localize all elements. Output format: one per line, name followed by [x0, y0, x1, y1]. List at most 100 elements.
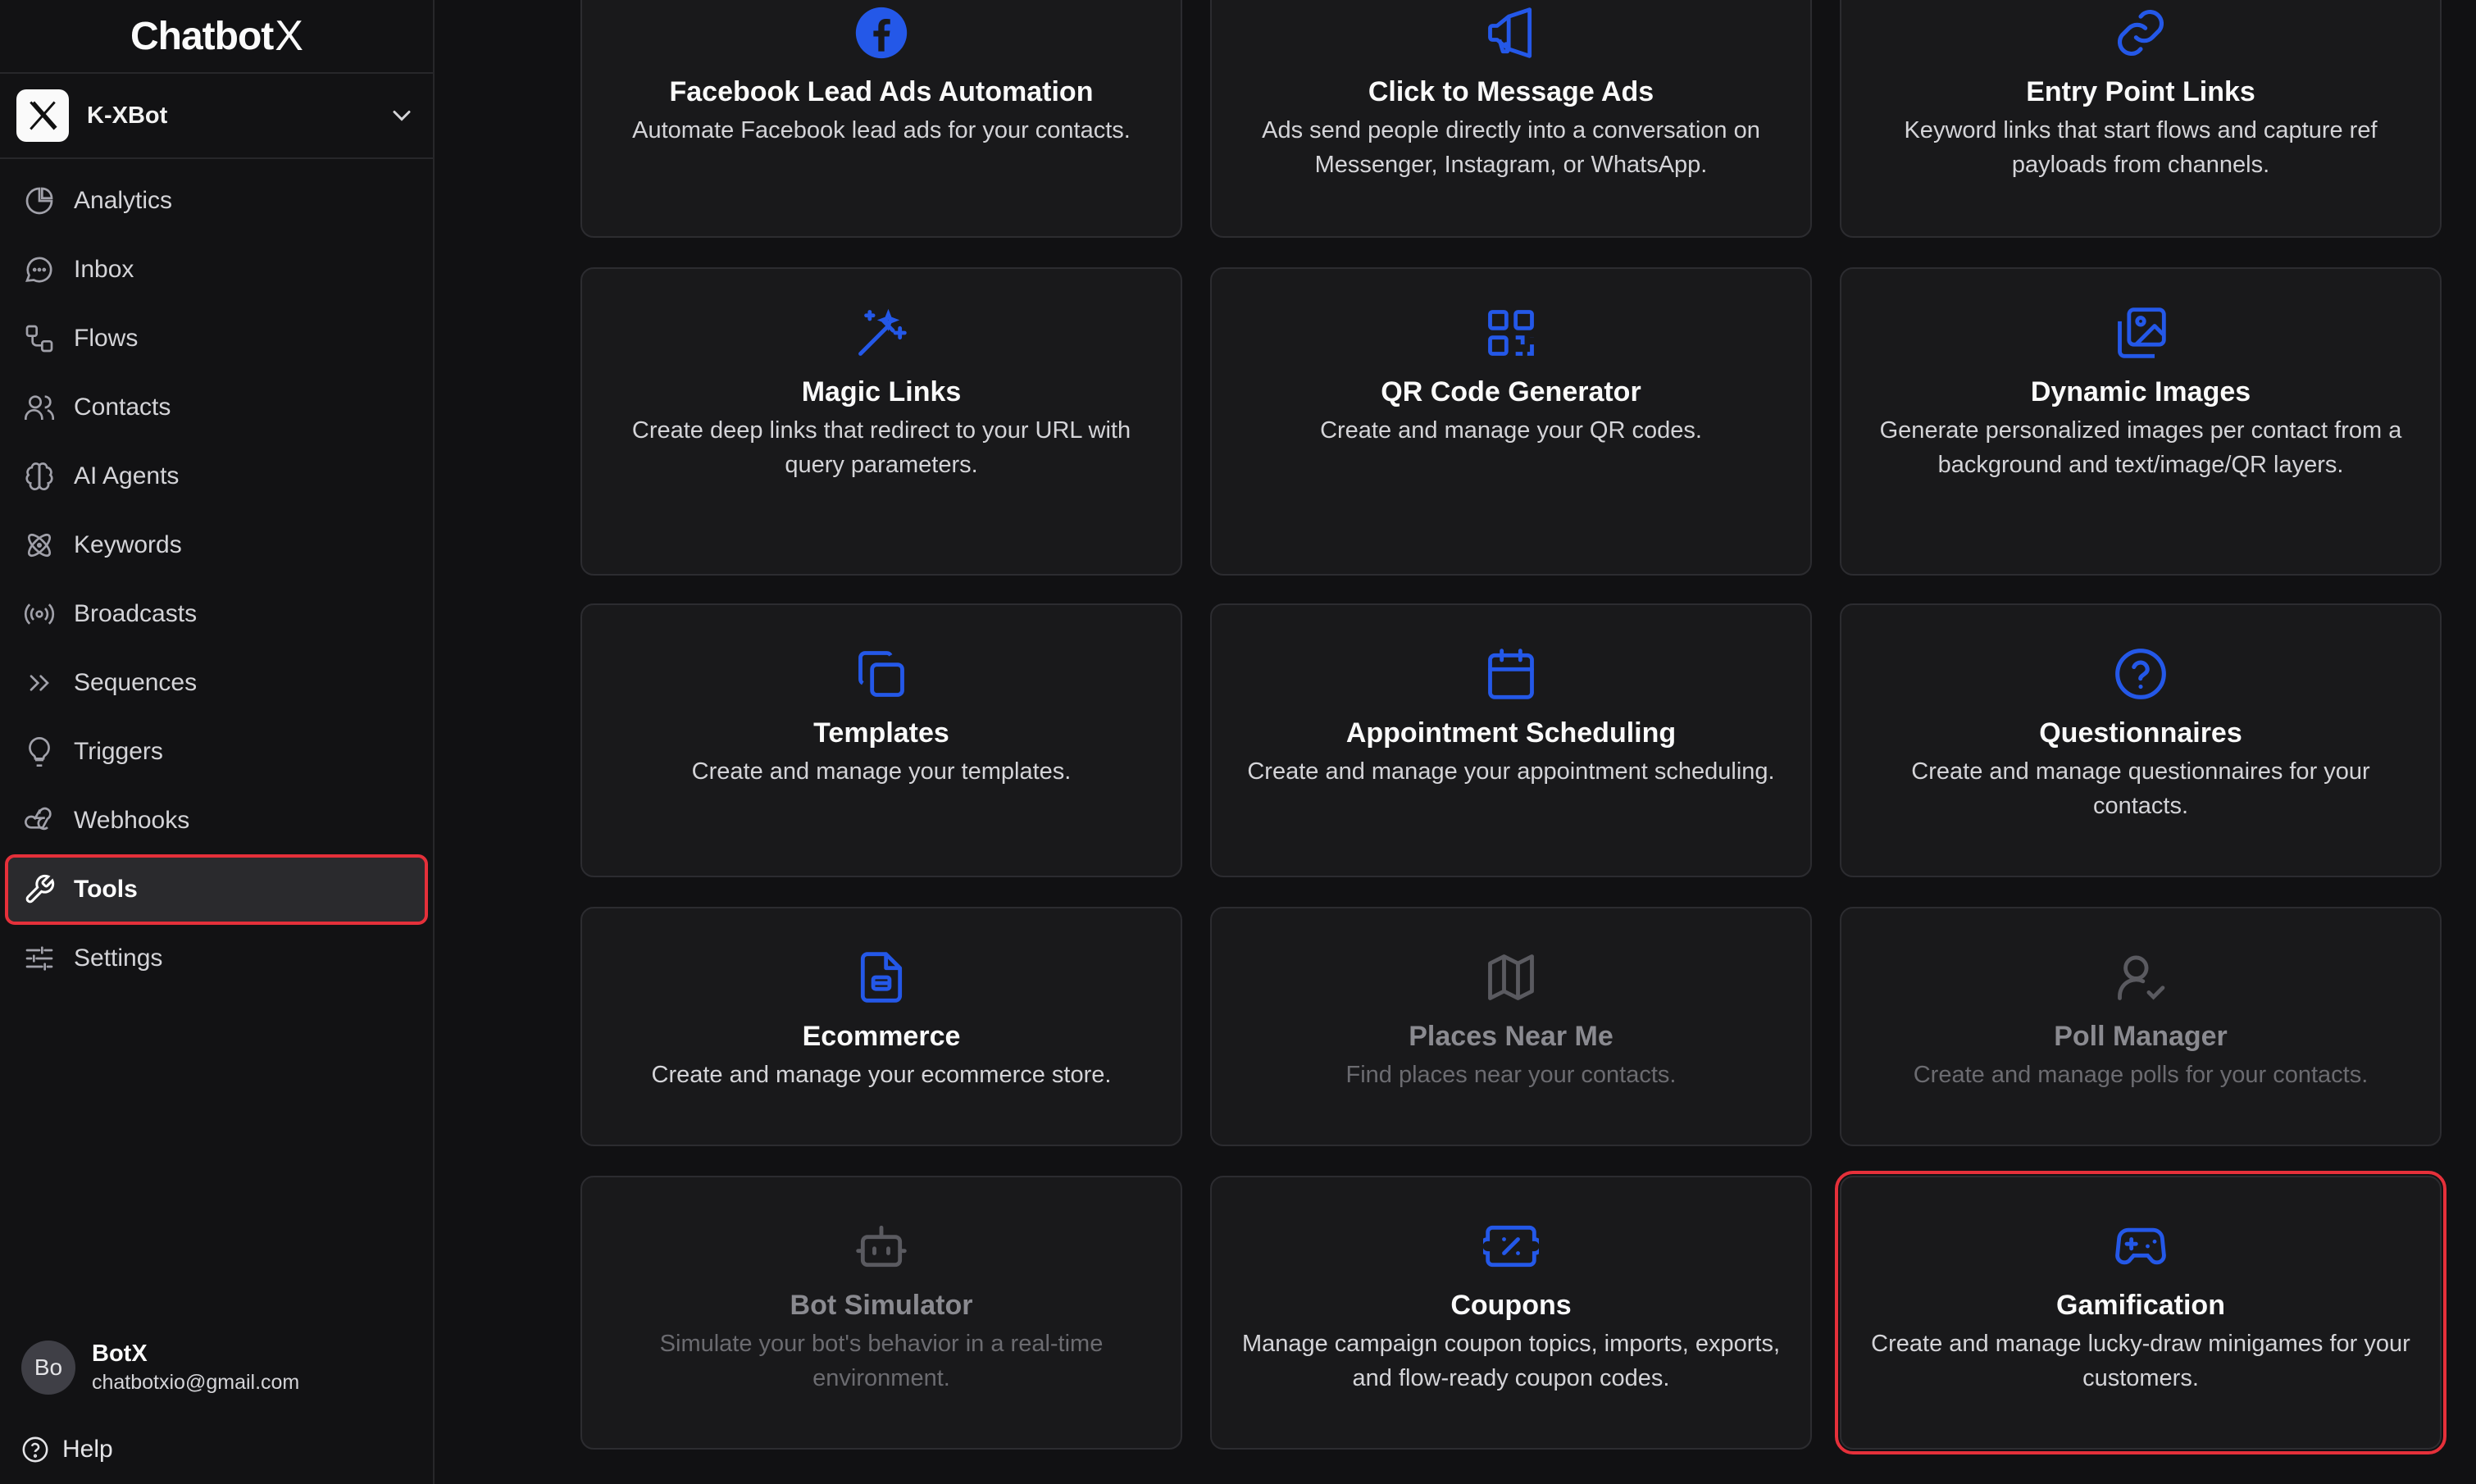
- facebook-icon: [855, 7, 908, 59]
- tool-title: Poll Manager: [2054, 1021, 2228, 1052]
- tool-title: Gamification: [2056, 1290, 2225, 1321]
- sidebar-item-inbox[interactable]: Inbox: [8, 238, 425, 302]
- tool-title: Facebook Lead Ads Automation: [669, 76, 1094, 107]
- flow-icon: [25, 325, 53, 353]
- bot-icon: [856, 1225, 907, 1268]
- copy-icon: [858, 651, 904, 697]
- tool-card-appointment-scheduling[interactable]: Appointment Scheduling Create and manage…: [1210, 603, 1812, 877]
- tool-title: Click to Message Ads: [1368, 76, 1654, 107]
- tool-card-magic-links[interactable]: Magic Links Create deep links that redir…: [580, 267, 1182, 576]
- tool-description: Create and manage polls for your contact…: [1913, 1062, 2369, 1088]
- question-circle-icon: [2115, 649, 2166, 699]
- sidebar-item-flows[interactable]: Flows: [8, 307, 425, 371]
- bot-avatar-icon: [16, 89, 69, 142]
- brain-icon: [25, 462, 53, 490]
- sidebar-item-label: Triggers: [74, 738, 163, 765]
- webhook-icon: [25, 807, 52, 831]
- sidebar-item-broadcasts[interactable]: Broadcasts: [8, 582, 425, 646]
- megaphone-icon: [1488, 7, 1532, 58]
- tools-grid: Facebook Lead Ads Automation Automate Fa…: [436, 0, 2476, 1484]
- tool-title: Magic Links: [801, 376, 962, 407]
- tool-description: Create and manage lucky-draw minigames f…: [1871, 1331, 2410, 1391]
- sidebar-item-label: Flows: [74, 325, 139, 352]
- tool-title: Ecommerce: [802, 1021, 961, 1052]
- pie-chart-icon: [25, 187, 53, 215]
- tool-description: Manage campaign coupon topics, imports, …: [1241, 1331, 1781, 1391]
- tool-card-entry-point-links[interactable]: Entry Point Links Keyword links that sta…: [1840, 0, 2442, 238]
- brand-name: Chatbot: [130, 14, 274, 58]
- bot-selector[interactable]: K-XBot: [0, 74, 433, 159]
- chat-bubble-icon: [25, 257, 52, 283]
- tool-description: Keyword links that start flows and captu…: [1904, 117, 2378, 178]
- help-link[interactable]: Help: [21, 1427, 113, 1473]
- tool-title: Questionnaires: [2039, 717, 2242, 749]
- calendar-icon: [1488, 649, 1534, 699]
- sidebar-item-label: Inbox: [74, 256, 134, 283]
- qr-code-icon: [1488, 310, 1534, 356]
- tool-description: Create and manage your appointment sched…: [1247, 758, 1775, 785]
- sidebar-nav: Analytics Inbox Flows Contacts AI Agents…: [0, 159, 433, 990]
- sidebar-item-label: Broadcasts: [74, 600, 198, 627]
- tool-card-ecommerce[interactable]: Ecommerce Create and manage your ecommer…: [580, 907, 1182, 1146]
- map-icon: [1488, 954, 1534, 1000]
- tool-title: Templates: [813, 717, 949, 749]
- user-check-icon: [2118, 955, 2165, 1000]
- help-icon: [22, 1436, 48, 1463]
- tool-title: Entry Point Links: [2026, 76, 2255, 107]
- sidebar-item-label: Keywords: [74, 531, 182, 558]
- sidebar-item-settings[interactable]: Settings: [8, 926, 425, 990]
- sidebar-item-contacts[interactable]: Contacts: [8, 376, 425, 439]
- sidebar-item-webhooks[interactable]: Webhooks: [8, 789, 425, 853]
- tool-description: Find places near your contacts.: [1345, 1062, 1677, 1088]
- tool-description: Automate Facebook lead ads for your cont…: [632, 117, 1131, 143]
- sidebar-item-sequences[interactable]: Sequences: [8, 651, 425, 715]
- tool-card-places-near-me[interactable]: Places Near Me Find places near your con…: [1210, 907, 1812, 1146]
- tool-card-facebook-lead-ads[interactable]: Facebook Lead Ads Automation Automate Fa…: [580, 0, 1182, 238]
- double-chevron-icon: [30, 675, 49, 691]
- sidebar-item-analytics[interactable]: Analytics: [8, 169, 425, 233]
- tool-card-templates[interactable]: Templates Create and manage your templat…: [580, 603, 1182, 877]
- sidebar-item-triggers[interactable]: Triggers: [8, 720, 425, 784]
- tool-card-dynamic-images[interactable]: Dynamic Images Generate personalized ima…: [1840, 267, 2442, 576]
- sidebar-item-label: Tools: [74, 876, 138, 903]
- tool-description: Create and manage questionnaires for you…: [1911, 758, 2370, 819]
- images-icon: [2118, 307, 2166, 358]
- tool-description: Create and manage your QR codes.: [1320, 417, 1702, 444]
- broadcast-icon: [24, 603, 55, 625]
- brand-mark: X: [275, 12, 303, 60]
- tool-card-qr-code-generator[interactable]: QR Code Generator Create and manage your…: [1210, 267, 1812, 576]
- sidebar-item-ai-agents[interactable]: AI Agents: [8, 444, 425, 508]
- tool-description: Create and manage your templates.: [691, 758, 1072, 785]
- sliders-icon: [25, 946, 53, 971]
- store-file-icon: [860, 952, 903, 1003]
- tool-card-gamification[interactable]: Gamification Create and manage lucky-dra…: [1835, 1171, 2446, 1454]
- user-name: BotX: [92, 1341, 148, 1367]
- tool-title: QR Code Generator: [1381, 376, 1641, 407]
- tool-title: Coupons: [1450, 1290, 1572, 1321]
- tool-card-poll-manager[interactable]: Poll Manager Create and manage polls for…: [1840, 907, 2442, 1146]
- lightbulb-icon: [29, 736, 50, 767]
- user-email: chatbotxio@gmail.com: [92, 1371, 300, 1394]
- sidebar-item-label: Webhooks: [74, 807, 190, 834]
- sidebar: Chatbot X K-XBot Analytics Inbox Flows C…: [0, 0, 435, 1484]
- sidebar-item-label: Contacts: [74, 394, 171, 421]
- gamepad-icon: [2115, 1227, 2166, 1265]
- tool-card-click-to-message-ads[interactable]: Click to Message Ads Ads send people dir…: [1210, 0, 1812, 238]
- ticket-percent-icon: [1483, 1225, 1539, 1268]
- tool-description: Generate personalized images per contact…: [1879, 417, 2402, 478]
- tool-card-bot-simulator[interactable]: Bot Simulator Simulate your bot's behavi…: [580, 1176, 1182, 1450]
- tool-description: Simulate your bot's behavior in a real-t…: [659, 1331, 1104, 1391]
- tool-card-coupons[interactable]: Coupons Manage campaign coupon topics, i…: [1210, 1176, 1812, 1450]
- users-icon: [25, 395, 54, 420]
- brand-logo[interactable]: Chatbot X: [0, 0, 433, 74]
- tool-card-questionnaires[interactable]: Questionnaires Create and manage questio…: [1840, 603, 2442, 877]
- sidebar-item-label: AI Agents: [74, 462, 180, 489]
- sidebar-item-tools[interactable]: Tools: [5, 854, 428, 925]
- sidebar-item-label: Settings: [74, 945, 163, 972]
- link-icon: [2117, 9, 2164, 57]
- tool-description: Create and manage your ecommerce store.: [651, 1062, 1112, 1088]
- user-profile[interactable]: Bo BotX chatbotxio@gmail.com: [0, 1318, 433, 1417]
- tool-title: Bot Simulator: [790, 1290, 973, 1321]
- sidebar-item-keywords[interactable]: Keywords: [8, 513, 425, 577]
- help-label: Help: [62, 1436, 113, 1463]
